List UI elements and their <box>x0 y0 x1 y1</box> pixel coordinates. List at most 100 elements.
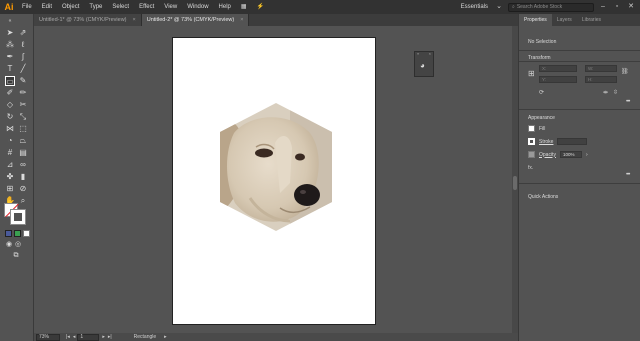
link-dimensions-icon[interactable]: ⛓ <box>621 68 629 75</box>
menu-view[interactable]: View <box>159 0 182 14</box>
arrange-documents-icon[interactable]: ▦ <box>236 0 252 14</box>
hexagon-dog-image[interactable] <box>220 103 332 231</box>
floating-mini-panel[interactable]: « × ◕ <box>414 51 434 77</box>
fill-label: Fill <box>539 125 546 132</box>
close-button[interactable]: ✕ <box>626 2 636 12</box>
minimize-button[interactable]: – <box>598 2 608 12</box>
tab-untitled-2[interactable]: Untitled-2* @ 73% (CMYK/Preview) × <box>141 14 250 26</box>
graph-icon[interactable]: ▮ <box>18 172 28 182</box>
opacity-label[interactable]: Opacity <box>539 152 556 158</box>
draw-behind-icon[interactable]: ◎ <box>13 240 23 250</box>
last-artboard-icon[interactable]: ▸| <box>108 334 112 340</box>
scissors-icon[interactable]: ✂ <box>18 100 28 110</box>
reference-point-icon[interactable]: ⊞ <box>528 69 535 78</box>
rotate-field-icon[interactable]: ⟳ <box>539 89 544 96</box>
menu-select[interactable]: Select <box>107 0 134 14</box>
stroke-row[interactable]: Stroke <box>528 138 588 145</box>
panel-close-icon[interactable]: × <box>429 51 431 56</box>
menu-object[interactable]: Object <box>57 0 84 14</box>
close-tab-icon[interactable]: × <box>240 14 243 26</box>
menubar-right: Essentials ⌄ ⌕ Search Adobe Stock – ▫ ✕ <box>461 0 640 14</box>
vertical-scroll-thumb[interactable] <box>513 176 517 190</box>
shape-builder-icon[interactable]: ◔ <box>5 136 15 146</box>
gradient-mode-icon[interactable] <box>14 230 21 237</box>
screen-mode-icon[interactable]: ⧉ <box>11 251 21 261</box>
fill-swatch-icon[interactable] <box>528 125 535 132</box>
workspace-chevron-icon[interactable]: ⌄ <box>494 2 504 12</box>
stroke-swatch[interactable] <box>11 210 25 224</box>
type-icon[interactable]: T <box>5 64 15 74</box>
none-mode-icon[interactable] <box>23 230 30 237</box>
menu-type[interactable]: Type <box>84 0 107 14</box>
w-field[interactable]: W: <box>585 65 617 72</box>
shaper-icon[interactable]: ✐ <box>5 88 15 98</box>
opacity-row[interactable]: Opacity 100% › <box>528 151 588 158</box>
stock-search-input[interactable]: ⌕ Search Adobe Stock <box>508 2 594 12</box>
color-mode-icon[interactable] <box>5 230 12 237</box>
menu-file[interactable]: File <box>17 0 37 14</box>
menu-effect[interactable]: Effect <box>134 0 159 14</box>
menu-help[interactable]: Help <box>214 0 236 14</box>
tab-layers[interactable]: Layers <box>552 14 577 26</box>
zoom-field[interactable]: 73% <box>36 333 60 341</box>
stroke-label[interactable]: Stroke <box>539 139 553 145</box>
line-icon[interactable]: ╱ <box>18 64 28 74</box>
flip-horizontal-icon[interactable]: ⇹ <box>603 89 608 96</box>
pen-icon[interactable]: ✒ <box>5 52 15 62</box>
symbol-sprayer-icon[interactable]: ✤ <box>5 172 15 182</box>
fill-row[interactable]: Fill <box>528 125 545 132</box>
artboard-icon[interactable]: ⊞ <box>5 184 15 194</box>
lasso-icon[interactable]: ℓ <box>18 40 28 50</box>
opacity-field[interactable]: 100% <box>559 151 582 158</box>
slice-icon[interactable]: ⊘ <box>18 184 28 194</box>
width-icon[interactable]: ⋈ <box>5 124 15 134</box>
maximize-button[interactable]: ▫ <box>612 2 622 12</box>
tab-untitled-1[interactable]: Untitled-1* @ 73% (CMYK/Preview) × <box>34 14 142 26</box>
menu-window[interactable]: Window <box>182 0 213 14</box>
blend-icon[interactable]: ∞ <box>18 160 28 170</box>
gpu-performance-icon[interactable]: ⚡ <box>252 0 269 14</box>
fx-button[interactable]: fx. <box>528 165 533 171</box>
stroke-swatch-icon[interactable] <box>528 138 535 145</box>
stroke-weight-field[interactable] <box>557 138 588 145</box>
canvas-area[interactable]: « × ◕ <box>34 26 518 333</box>
scale-icon[interactable]: ⤡ <box>18 112 28 122</box>
artboard-number-field[interactable]: 1 <box>77 333 100 341</box>
direct-selection-icon[interactable]: ⇗ <box>18 28 28 38</box>
tab-properties[interactable]: Properties <box>519 14 552 26</box>
magic-wand-icon[interactable]: ⁂ <box>5 40 15 50</box>
curvature-icon[interactable]: ∫ <box>18 52 28 62</box>
eyedropper-icon[interactable]: ⊿ <box>5 160 15 170</box>
selection-icon[interactable]: ➤ <box>5 28 15 38</box>
collapse-panel-icon[interactable]: « <box>5 16 15 26</box>
opacity-icon <box>528 151 535 158</box>
image-trace-icon[interactable]: ◕ <box>420 61 425 70</box>
pencil-icon[interactable]: ✏ <box>18 88 28 98</box>
appearance-more-icon[interactable]: ••• <box>626 172 630 178</box>
rotate-icon[interactable]: ↻ <box>5 112 15 122</box>
paintbrush-icon[interactable]: ✎ <box>18 76 28 86</box>
panel-collapse-icon[interactable]: « <box>417 51 419 56</box>
zoom-icon[interactable]: ⌕ <box>18 196 28 206</box>
opacity-chevron-icon[interactable]: › <box>586 152 588 158</box>
x-field[interactable]: X: <box>539 65 577 72</box>
perspective-icon[interactable]: ⏢ <box>18 136 28 146</box>
flip-vertical-icon[interactable]: ⇳ <box>613 89 618 96</box>
free-transform-icon[interactable]: ⬚ <box>18 124 28 134</box>
tab-libraries[interactable]: Libraries <box>577 14 606 26</box>
transform-more-icon[interactable]: ••• <box>626 99 630 105</box>
tab-label: Untitled-2* @ 73% (CMYK/Preview) <box>146 17 235 23</box>
previous-artboard-icon[interactable]: ◂ <box>73 334 76 340</box>
workspace-switcher[interactable]: Essentials <box>461 4 488 10</box>
eraser-icon[interactable]: ◇ <box>5 100 15 110</box>
first-artboard-icon[interactable]: |◂ <box>66 334 70 340</box>
y-field[interactable]: Y: <box>539 76 577 83</box>
mesh-icon[interactable]: # <box>5 148 15 158</box>
next-artboard-icon[interactable]: ▸ <box>102 334 105 340</box>
h-field[interactable]: H: <box>585 76 617 83</box>
close-tab-icon[interactable]: × <box>133 14 136 26</box>
gradient-icon[interactable]: ▤ <box>18 148 28 158</box>
rectangle-icon[interactable]: ▭ <box>5 76 15 86</box>
menu-edit[interactable]: Edit <box>37 0 57 14</box>
status-menu-icon[interactable]: ▸ <box>164 334 167 340</box>
